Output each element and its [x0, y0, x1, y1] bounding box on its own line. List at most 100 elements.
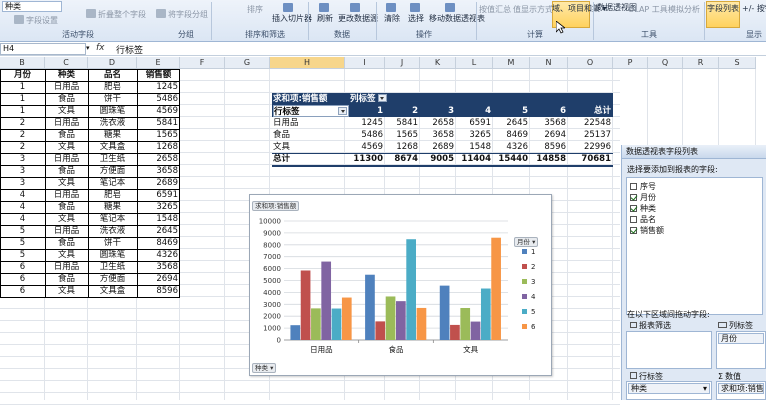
column-header-f[interactable]: F — [180, 57, 225, 69]
pivot-col-header: 3 — [448, 106, 454, 116]
table-border — [0, 177, 180, 178]
source-data-cell: 文具 — [45, 249, 88, 261]
legend-swatch — [522, 309, 527, 314]
checkbox-icon[interactable] — [630, 183, 637, 190]
table-border — [0, 285, 180, 286]
what-if-button[interactable]: 模拟分析 — [668, 5, 700, 15]
source-data-cell: 6591 — [137, 189, 180, 201]
column-header-l[interactable]: L — [456, 57, 493, 69]
sort-button[interactable]: 排序 — [244, 5, 266, 15]
row-field-item[interactable]: 种类 ▾ — [628, 383, 710, 394]
pivot-row-label-filter[interactable]: 行标签 — [273, 105, 349, 117]
refresh-label: 刷新 — [317, 14, 333, 23]
source-data-cell: 1268 — [137, 141, 180, 153]
change-source-button[interactable]: 更改数据源 — [338, 3, 378, 24]
name-box[interactable]: H4 — [0, 43, 86, 55]
y-tick-label: 5000 — [263, 277, 281, 285]
checkbox-icon[interactable] — [630, 227, 637, 234]
checkbox-icon[interactable] — [630, 194, 637, 201]
group-label-actions: 操作 — [416, 30, 432, 39]
pivot-chart[interactable]: 求和项:销售额 月份 ▾ 种类 ▾ 0 1000 2000 3000 4000 5000 6… — [249, 194, 552, 376]
field-settings-label: 字段设置 — [26, 16, 58, 25]
column-header-g[interactable]: G — [225, 57, 270, 69]
column-header-c[interactable]: C — [45, 57, 88, 69]
clear-button[interactable]: 清除 — [381, 3, 403, 24]
pivot-chart-button[interactable]: 数据透视图 — [597, 3, 637, 13]
column-header-j[interactable]: J — [385, 57, 420, 69]
column-header-k[interactable]: K — [420, 57, 456, 69]
column-header-b[interactable]: B — [0, 57, 45, 69]
source-data-cell: 食品 — [45, 93, 88, 105]
field-item-2[interactable]: 种类 — [630, 203, 656, 214]
column-field-item[interactable]: 月份 — [718, 333, 764, 344]
bar-3 — [385, 296, 396, 340]
select-button[interactable]: 选择 — [405, 3, 427, 24]
column-header-i[interactable]: I — [345, 57, 385, 69]
column-header-d[interactable]: D — [88, 57, 137, 69]
field-settings-button[interactable]: 字段设置 — [14, 15, 58, 26]
olap-tools-button[interactable]: OLAP 工具 — [628, 5, 668, 15]
chart-plot-area: 0 1000 2000 3000 4000 5000 6000 7000 8000 9000 100… — [259, 218, 536, 355]
source-data-cell: 2 — [0, 117, 45, 129]
source-data-cell: 3 — [0, 153, 45, 165]
column-header-m[interactable]: M — [493, 57, 530, 69]
field-item-3[interactable]: 品名 — [630, 214, 656, 225]
pivot-value-cell: 8469 — [506, 130, 528, 140]
field-item-4[interactable]: 销售额 — [630, 225, 664, 236]
column-header-o[interactable]: O — [568, 57, 613, 69]
source-data-cell: 1245 — [137, 81, 180, 93]
clear-icon — [386, 3, 396, 12]
bar-4 — [396, 301, 406, 340]
pivot-row-label-cell: 食品 — [273, 130, 291, 140]
active-field-input[interactable]: 种类 — [2, 1, 62, 12]
values-field-item[interactable]: 求和项:销售额 — [718, 383, 764, 394]
group-field-button[interactable]: 将字段分组 — [156, 9, 208, 20]
source-data-cell: 2658 — [137, 153, 180, 165]
show-values-as-button[interactable]: 值显示方式 — [513, 5, 553, 15]
pivot-total-label: 总计 — [273, 154, 291, 164]
report-filter-zone-label: 报表筛选 — [630, 320, 671, 331]
column-header-r[interactable]: R — [683, 57, 719, 69]
field-item-1[interactable]: 月份 — [630, 192, 656, 203]
source-data-cell: 3658 — [137, 165, 180, 177]
field-item-label: 序号 — [640, 182, 656, 191]
column-header-p[interactable]: P — [613, 57, 648, 69]
field-item-0[interactable]: 序号 — [630, 181, 656, 192]
clear-label: 清除 — [384, 14, 400, 23]
ribbon-separator — [593, 2, 594, 40]
checkbox-icon[interactable] — [630, 216, 637, 223]
summarize-by-button[interactable]: 按值汇总 — [479, 5, 511, 15]
collapse-field-button[interactable]: 折叠整个字段 — [86, 9, 146, 20]
insert-slicer-button[interactable]: 插入切片器 — [272, 3, 312, 24]
source-data-cell: 方便面 — [88, 165, 137, 177]
formula-input[interactable]: 行标签 — [116, 43, 143, 56]
source-data-cell: 日用品 — [45, 261, 88, 273]
column-header-q[interactable]: Q — [648, 57, 683, 69]
source-data-cell: 文具 — [45, 285, 88, 297]
source-header-cell: 销售额 — [137, 69, 180, 81]
column-header-h[interactable]: H — [270, 57, 345, 69]
fields-items-sets-label: 域、项目和集 ▾ — [552, 4, 607, 13]
checkbox-icon[interactable] — [630, 205, 637, 212]
pivot-value-cell: 1548 — [469, 142, 491, 152]
name-box-dropdown-icon[interactable]: ▾ — [86, 44, 90, 52]
table-border — [0, 69, 180, 70]
pivot-total-cell: 8674 — [394, 154, 418, 164]
report-filter-zone[interactable] — [626, 331, 712, 369]
source-data-cell: 卫生纸 — [88, 153, 137, 165]
column-header-n[interactable]: N — [530, 57, 568, 69]
column-header-e[interactable]: E — [137, 57, 180, 69]
legend-swatch — [522, 249, 527, 254]
source-data-cell: 5841 — [137, 117, 180, 129]
pivot-corner-label: 求和项:销售额 — [273, 94, 328, 104]
pivot-col-label-filter[interactable]: 列标签 — [350, 93, 402, 105]
column-header-s[interactable]: S — [719, 57, 756, 69]
refresh-button[interactable]: 刷新 — [314, 3, 336, 24]
fx-icon[interactable]: fx — [96, 43, 105, 53]
plus-minus-button[interactable]: +/- 按钮 — [742, 4, 766, 14]
bar-6 — [491, 237, 501, 340]
select-label: 选择 — [408, 14, 424, 23]
move-pivot-button[interactable]: 移动数据透视表 — [429, 3, 485, 24]
group-label-active-field: 活动字段 — [62, 30, 94, 39]
pivot-value-cell: 1268 — [396, 142, 418, 152]
